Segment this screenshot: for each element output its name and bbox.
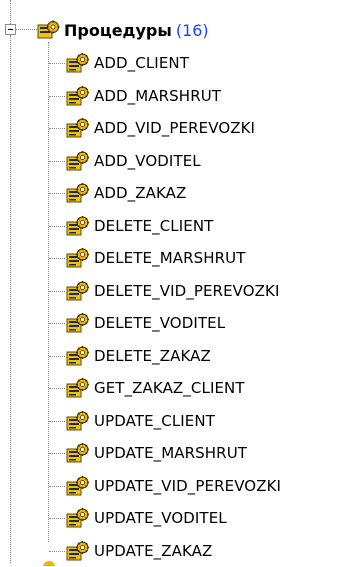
- tree-item-procedure[interactable]: GET_ZAKAZ_CLIENT: [66, 372, 281, 405]
- folder-icon: [37, 557, 61, 566]
- tree-guide-line-item: [49, 518, 65, 519]
- tree-guide-line-item: [49, 323, 65, 324]
- tree-item-label: UPDATE_VID_PEREVOZKI: [94, 477, 281, 495]
- tree-item-label: ADD_MARSHRUT: [94, 87, 221, 105]
- tree-item-label: DELETE_CLIENT: [94, 217, 213, 235]
- tree-item-label: UPDATE_VODITEL: [94, 509, 227, 527]
- tree-item-procedure[interactable]: ADD_MARSHRUT: [66, 80, 281, 113]
- tree-guide-line-left: [10, 35, 11, 563]
- stored-procedure-icon: [66, 506, 90, 530]
- tree-guide-line-children: [48, 42, 49, 542]
- tree-guide-line-item: [49, 551, 65, 552]
- tree-item-procedure[interactable]: UPDATE_MARSHRUT: [66, 437, 281, 470]
- tree-guide-line-item: [49, 63, 65, 64]
- tree-node-procedures[interactable]: Процедуры (16): [37, 17, 209, 43]
- stored-procedure-icon: [66, 84, 90, 108]
- tree-node-next-partial[interactable]: [37, 554, 337, 566]
- stored-procedure-icon: [66, 116, 90, 140]
- tree-item-label: DELETE_VID_PEREVOZKI: [94, 282, 280, 300]
- tree-item-procedure[interactable]: DELETE_MARSHRUT: [66, 242, 281, 275]
- stored-procedure-icon: [66, 246, 90, 270]
- tree-guide-line-item: [49, 258, 65, 259]
- tree-guide-line-item: [49, 128, 65, 129]
- stored-procedure-icon: [66, 376, 90, 400]
- procedure-folder-icon: [37, 18, 61, 42]
- tree-item-procedure[interactable]: UPDATE_VID_PEREVOZKI: [66, 470, 281, 503]
- stored-procedure-icon: [66, 311, 90, 335]
- tree-guide-line-item: [49, 453, 65, 454]
- procedure-list: ADD_CLIENT ADD_MARSHRUT ADD_VID_PEREVOZK…: [66, 47, 281, 567]
- tree-guide-line-item: [49, 96, 65, 97]
- tree-item-procedure[interactable]: ADD_VID_PEREVOZKI: [66, 112, 281, 145]
- tree-item-procedure[interactable]: ADD_ZAKAZ: [66, 177, 281, 210]
- tree-item-label: ADD_VID_PEREVOZKI: [94, 119, 255, 137]
- stored-procedure-icon: [66, 409, 90, 433]
- procedures-tree: Процедуры (16) ADD_CLIENT ADD_MARSHRUT A…: [0, 0, 350, 563]
- tree-item-label: ADD_VODITEL: [94, 152, 201, 170]
- tree-guide-line-item: [49, 193, 65, 194]
- stored-procedure-icon: [66, 149, 90, 173]
- tree-item-procedure[interactable]: DELETE_CLIENT: [66, 210, 281, 243]
- tree-item-label: GET_ZAKAZ_CLIENT: [94, 379, 245, 397]
- tree-item-procedure[interactable]: DELETE_VID_PEREVOZKI: [66, 275, 281, 308]
- tree-item-procedure[interactable]: DELETE_ZAKAZ: [66, 340, 281, 373]
- stored-procedure-icon: [66, 51, 90, 75]
- tree-guide-line-item: [49, 486, 65, 487]
- tree-item-procedure[interactable]: DELETE_VODITEL: [66, 307, 281, 340]
- tree-guide-line-item: [49, 226, 65, 227]
- tree-item-procedure[interactable]: UPDATE_VODITEL: [66, 502, 281, 535]
- tree-item-label: ADD_ZAKAZ: [94, 184, 186, 202]
- tree-item-procedure[interactable]: UPDATE_CLIENT: [66, 405, 281, 438]
- tree-guide-line-item: [49, 291, 65, 292]
- stored-procedure-icon: [66, 214, 90, 238]
- stored-procedure-icon: [66, 181, 90, 205]
- tree-guide-line-item: [49, 388, 65, 389]
- tree-item-label: ADD_CLIENT: [94, 54, 189, 72]
- tree-item-procedure[interactable]: ADD_CLIENT: [66, 47, 281, 80]
- stored-procedure-icon: [66, 279, 90, 303]
- stored-procedure-icon: [66, 344, 90, 368]
- tree-item-label: UPDATE_CLIENT: [94, 412, 215, 430]
- tree-item-label: DELETE_ZAKAZ: [94, 347, 211, 365]
- tree-guide-line-item: [49, 356, 65, 357]
- tree-item-label: DELETE_VODITEL: [94, 314, 225, 332]
- stored-procedure-icon: [66, 474, 90, 498]
- tree-item-procedure[interactable]: ADD_VODITEL: [66, 145, 281, 178]
- collapse-toggle[interactable]: [5, 24, 16, 35]
- item-count-badge: (16): [176, 21, 209, 40]
- tree-guide-line-left: [10, 0, 11, 24]
- tree-guide-line-item: [49, 421, 65, 422]
- tree-item-label: UPDATE_MARSHRUT: [94, 444, 247, 462]
- stored-procedure-icon: [66, 441, 90, 465]
- tree-node-label: Процедуры: [64, 21, 172, 40]
- tree-guide-line-item: [49, 161, 65, 162]
- tree-item-label: DELETE_MARSHRUT: [94, 249, 246, 267]
- tree-guide-line-root: [16, 29, 37, 30]
